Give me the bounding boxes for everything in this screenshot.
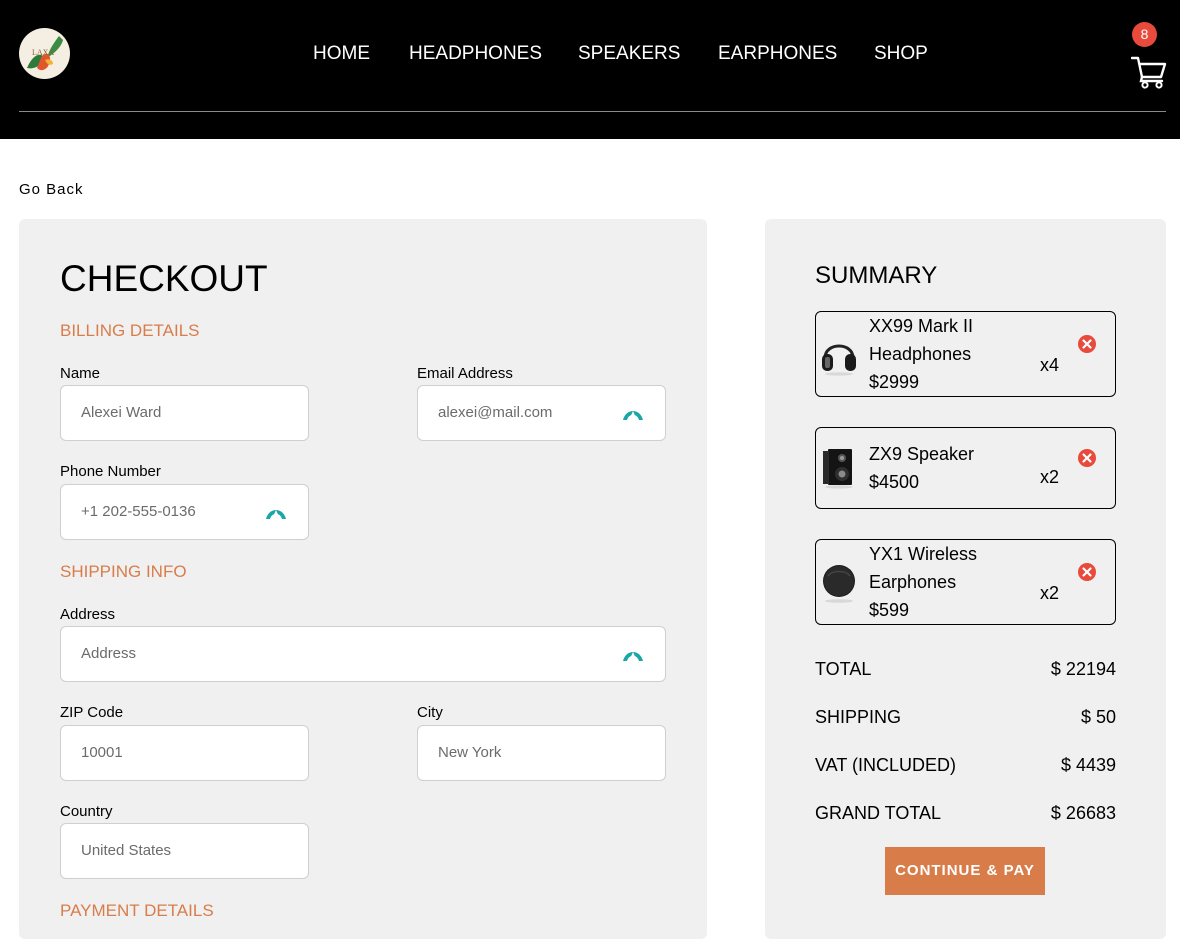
grand-total-label: GRAND TOTAL (815, 803, 942, 823)
address-label: Address (60, 606, 116, 623)
item-price: $4500 (869, 472, 920, 492)
phone-input[interactable]: +1 202-555-0136 (60, 484, 309, 540)
shipping-value: $ 50 (1080, 707, 1116, 727)
checkout-form-panel: CHECKOUT BILLING DETAILS Name Alexei War… (19, 219, 707, 939)
city-placeholder: New York (438, 744, 502, 761)
nav-shop[interactable]: SHOP (874, 43, 928, 65)
autofill-icon[interactable] (622, 643, 644, 665)
item-quantity: x4 (1040, 355, 1060, 375)
remove-item-icon[interactable] (1078, 449, 1096, 467)
address-input[interactable]: Address (60, 626, 666, 682)
nav-headphones[interactable]: HEADPHONES (409, 43, 542, 65)
shipping-info-heading: SHIPPING INFO (60, 562, 187, 581)
headphones-icon (822, 344, 856, 376)
phone-label: Phone Number (60, 463, 161, 480)
zip-label: ZIP Code (60, 704, 124, 721)
grand-total-value: $ 26683 (1050, 803, 1116, 823)
autofill-icon[interactable] (265, 501, 287, 523)
checkout-title: CHECKOUT (60, 258, 268, 299)
vat-label: VAT (INCLUDED) (815, 755, 957, 775)
address-placeholder: Address (81, 645, 137, 662)
name-input[interactable]: Alexei Ward (60, 385, 309, 441)
cart-item: YX1 Wireless Earphones $599 x2 (815, 539, 1116, 625)
city-input[interactable]: New York (417, 725, 666, 781)
zip-placeholder: 10001 (81, 744, 123, 761)
item-quantity: x2 (1040, 467, 1060, 487)
item-name-line2: Earphones (869, 572, 957, 592)
country-label: Country (60, 803, 113, 820)
summary-title: SUMMARY (815, 262, 938, 289)
go-back-link[interactable]: Go Back (19, 181, 84, 198)
remove-item-icon[interactable] (1078, 335, 1096, 353)
total-label: TOTAL (815, 659, 872, 679)
billing-details-heading: BILLING DETAILS (60, 321, 200, 340)
phone-placeholder: +1 202-555-0136 (81, 503, 196, 520)
vat-value: $ 4439 (1060, 755, 1116, 775)
remove-item-icon[interactable] (1078, 563, 1096, 581)
name-placeholder: Alexei Ward (81, 404, 162, 421)
speaker-icon (823, 449, 853, 489)
zip-input[interactable]: 10001 (60, 725, 309, 781)
country-input[interactable]: United States (60, 823, 309, 879)
autofill-icon[interactable] (622, 402, 644, 424)
site-header: LAXA HOME HEADPHONES SPEAKERS EARPHONES … (0, 0, 1180, 139)
cart-item: XX99 Mark II Headphones $2999 x4 (815, 311, 1116, 397)
item-quantity: x2 (1040, 583, 1060, 603)
order-summary-panel: SUMMARY XX99 Mark II Headphones $2999 x4 (765, 219, 1166, 939)
payment-details-heading: PAYMENT DETAILS (60, 901, 214, 920)
city-label: City (417, 704, 443, 721)
continue-and-pay-button[interactable]: CONTINUE & PAY (885, 847, 1045, 895)
email-label: Email Address (417, 365, 513, 382)
email-input[interactable]: alexei@mail.com (417, 385, 666, 441)
total-value: $ 22194 (1050, 659, 1116, 679)
nav-home[interactable]: HOME (313, 43, 370, 65)
main-nav: HOME HEADPHONES SPEAKERS EARPHONES SHOP (0, 43, 1180, 65)
nav-speakers[interactable]: SPEAKERS (578, 43, 680, 65)
header-divider (19, 111, 1166, 112)
cart-icon[interactable] (1130, 55, 1167, 89)
nav-earphones[interactable]: EARPHONES (718, 43, 837, 65)
cart-count-badge: 8 (1132, 22, 1157, 47)
item-price: $2999 (869, 372, 920, 392)
name-label: Name (60, 365, 101, 382)
country-placeholder: United States (81, 842, 172, 859)
shipping-label: SHIPPING (815, 707, 902, 727)
item-name-line2: Headphones (869, 344, 972, 364)
item-name-line1: XX99 Mark II (869, 316, 974, 336)
earphones-icon (823, 565, 855, 603)
item-price: $599 (869, 600, 910, 620)
email-placeholder: alexei@mail.com (438, 404, 553, 421)
cart-item: ZX9 Speaker $4500 x2 (815, 427, 1116, 509)
item-name-line1: YX1 Wireless (869, 544, 978, 564)
item-name-line1: ZX9 Speaker (869, 444, 975, 464)
